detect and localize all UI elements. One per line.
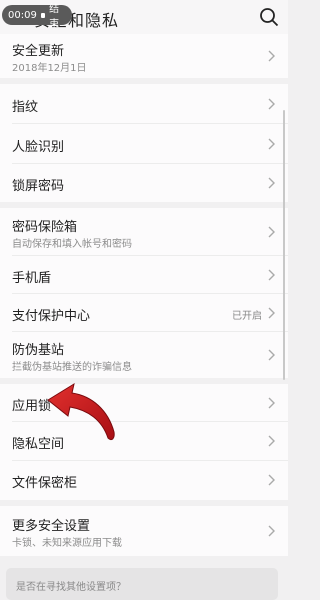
setting-payment-protection[interactable]: 支付保护中心 已开启	[0, 294, 288, 332]
search-icon[interactable]	[258, 6, 280, 28]
chevron-right-icon	[268, 226, 275, 238]
chevron-right-icon	[268, 138, 275, 150]
settings-group-biometrics: 指纹 人脸识别 锁屏密码	[0, 84, 288, 202]
setting-password-vault[interactable]: 密码保险箱 自动保存和填入帐号和密码	[0, 208, 288, 256]
recording-end-label: 结束	[49, 4, 60, 30]
setting-anti-fake-base-station[interactable]: 防伪基站 拦截伪基站推送的诈骗信息	[0, 332, 288, 378]
setting-file-safe[interactable]: 文件保密柜	[0, 461, 288, 500]
setting-fingerprint[interactable]: 指纹	[0, 84, 288, 124]
stop-icon	[40, 12, 46, 18]
hint-text: 是否在寻找其他设置项？	[16, 582, 126, 593]
chevron-right-icon	[268, 474, 275, 486]
chevron-right-icon	[268, 50, 275, 62]
annotation-arrow-icon	[47, 382, 115, 441]
setting-label: 文件保密柜	[12, 476, 78, 491]
setting-label: 锁屏密码	[12, 179, 65, 194]
setting-label: 安全更新	[12, 44, 65, 59]
setting-label: 人脸识别	[12, 140, 65, 155]
scrollbar[interactable]	[283, 110, 285, 380]
setting-label: 手机盾	[12, 271, 52, 286]
setting-face-recognition[interactable]: 人脸识别	[0, 124, 288, 164]
setting-sublabel: 拦截伪基站推送的诈骗信息	[12, 362, 132, 373]
setting-security-update[interactable]: 安全更新 2018年12月1日	[0, 34, 288, 78]
settings-group-security-update: 安全更新 2018年12月1日	[0, 34, 288, 78]
search-other-settings-card[interactable]: 是否在寻找其他设置项？	[6, 568, 278, 600]
setting-sublabel: 2018年12月1日	[12, 63, 87, 74]
chevron-right-icon	[268, 98, 275, 110]
chevron-right-icon	[268, 307, 275, 319]
setting-more-security[interactable]: 更多安全设置 卡锁、未知来源应用下载	[0, 506, 288, 556]
setting-label: 指纹	[12, 100, 39, 115]
setting-sublabel: 卡锁、未知来源应用下载	[12, 538, 122, 549]
setting-label: 更多安全设置	[12, 519, 91, 534]
settings-group-protection: 密码保险箱 自动保存和填入帐号和密码 手机盾 支付保护中心 已开启 防伪基站 拦…	[0, 208, 288, 378]
setting-phone-shield[interactable]: 手机盾	[0, 256, 288, 294]
settings-group-more: 更多安全设置 卡锁、未知来源应用下载	[0, 506, 288, 556]
chevron-right-icon	[268, 177, 275, 189]
setting-label: 防伪基站	[12, 343, 65, 358]
chevron-right-icon	[268, 397, 275, 409]
chevron-right-icon	[268, 435, 275, 447]
chevron-right-icon	[268, 349, 275, 361]
chevron-right-icon	[268, 269, 275, 281]
app-header: 安全和隐私 00:09 结束	[0, 0, 288, 34]
setting-sublabel: 自动保存和填入帐号和密码	[12, 239, 132, 250]
setting-lock-screen-password[interactable]: 锁屏密码	[0, 164, 288, 202]
recording-time: 00:09	[8, 9, 37, 21]
setting-label: 支付保护中心	[12, 309, 91, 324]
chevron-right-icon	[268, 525, 275, 537]
setting-status-value: 已开启	[232, 311, 262, 322]
setting-label: 密码保险箱	[12, 220, 78, 235]
screen-recording-indicator[interactable]: 00:09 结束	[2, 4, 72, 30]
